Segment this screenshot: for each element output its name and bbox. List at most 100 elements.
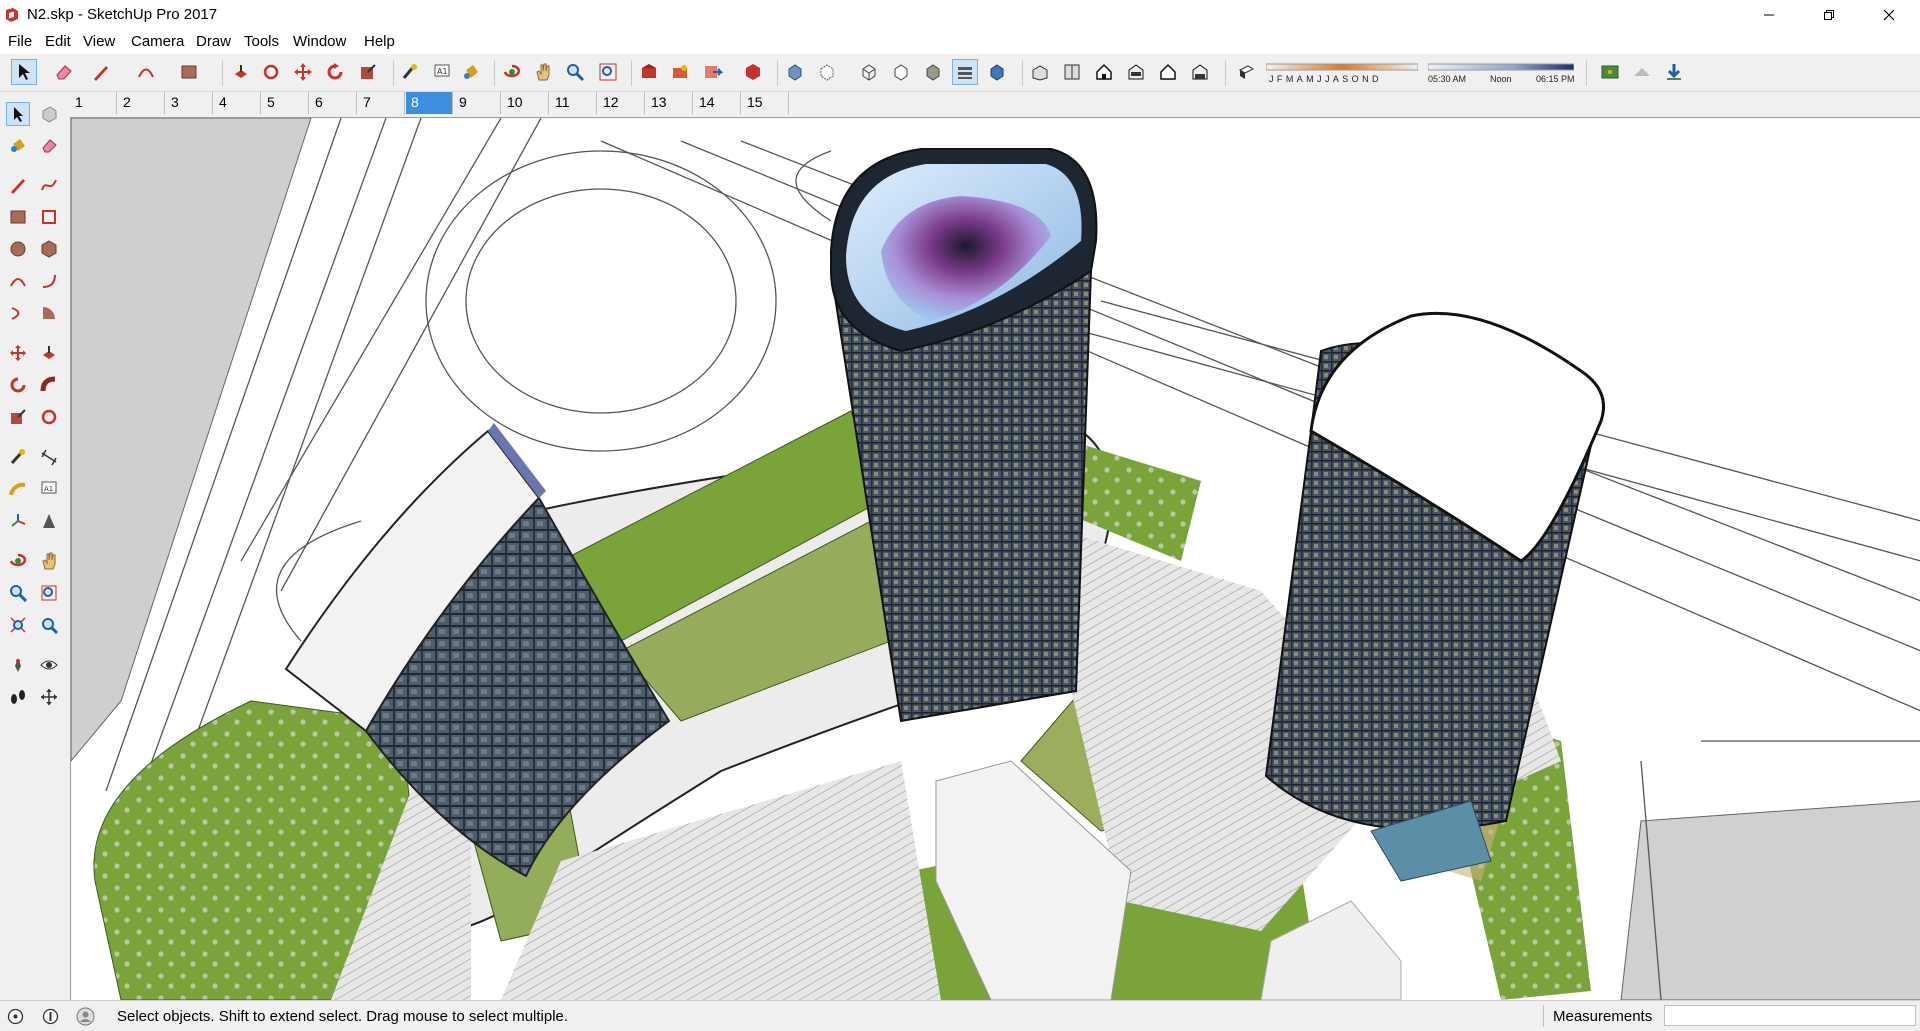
back-edges-button[interactable] xyxy=(814,59,840,85)
menu-view[interactable]: View xyxy=(83,33,115,50)
lt-text-button[interactable]: A1 xyxy=(37,477,61,501)
credits-icon[interactable] xyxy=(42,1008,59,1025)
import-button[interactable] xyxy=(1661,59,1687,85)
scene-tab-7[interactable]: 7 xyxy=(358,92,405,114)
menu-camera[interactable]: Camera xyxy=(131,33,184,50)
lt-pan-button[interactable] xyxy=(37,549,61,573)
lt-component-button[interactable] xyxy=(37,102,61,126)
back-view-button[interactable] xyxy=(1155,59,1181,85)
select-tool-button[interactable] xyxy=(11,59,37,85)
lt-3pt-arc-button[interactable] xyxy=(6,301,30,325)
3d-warehouse-button[interactable] xyxy=(636,59,662,85)
move-button[interactable] xyxy=(290,59,316,85)
lt-push-pull-button[interactable] xyxy=(37,341,61,365)
lt-freehand-button[interactable] xyxy=(37,173,61,197)
scene-tab-12[interactable]: 12 xyxy=(598,92,645,114)
line-tool-button[interactable] xyxy=(88,59,114,85)
lt-dimension-button[interactable] xyxy=(37,445,61,469)
shadow-time-slider[interactable] xyxy=(1428,62,1574,74)
menu-window[interactable]: Window xyxy=(293,33,346,50)
left-view-button[interactable] xyxy=(1187,59,1213,85)
model-viewport[interactable] xyxy=(70,117,1920,1000)
push-pull-button[interactable] xyxy=(228,59,254,85)
lt-section-plane-button[interactable] xyxy=(37,685,61,709)
lt-pie-button[interactable] xyxy=(37,301,61,325)
top-view-button[interactable] xyxy=(1059,59,1085,85)
iso-view-button[interactable] xyxy=(1027,59,1053,85)
lt-rotated-rectangle-button[interactable] xyxy=(37,205,61,229)
measurements-input[interactable] xyxy=(1664,1005,1916,1026)
zoom-button[interactable] xyxy=(562,59,588,85)
shaded-button[interactable] xyxy=(920,59,946,85)
lt-protractor-button[interactable] xyxy=(6,477,30,501)
lt-position-camera-button[interactable] xyxy=(6,653,30,677)
shapes-tool-button[interactable] xyxy=(176,59,202,85)
wireframe-button[interactable] xyxy=(856,59,882,85)
arc-tool-button[interactable] xyxy=(133,59,159,85)
pan-button[interactable] xyxy=(530,59,556,85)
lt-zoom-window-button[interactable] xyxy=(37,581,61,605)
scene-tab-15[interactable]: 15 xyxy=(742,92,789,114)
hidden-line-button[interactable] xyxy=(888,59,914,85)
scene-tab-6[interactable]: 6 xyxy=(310,92,357,114)
menu-draw[interactable]: Draw xyxy=(196,33,231,50)
share-model-button[interactable] xyxy=(700,59,726,85)
lt-rotate-button[interactable] xyxy=(6,373,30,397)
lt-move-button[interactable] xyxy=(6,341,30,365)
text-tool-button[interactable]: A1 xyxy=(429,59,455,85)
zoom-extents-button[interactable] xyxy=(595,59,621,85)
close-button[interactable] xyxy=(1866,0,1912,30)
offset-button[interactable] xyxy=(258,59,284,85)
shadow-date-slider[interactable] xyxy=(1266,62,1418,74)
lt-eraser-button[interactable] xyxy=(37,133,61,157)
extension-warehouse-button[interactable] xyxy=(740,59,766,85)
shaded-textures-button[interactable] xyxy=(952,59,978,85)
menu-help[interactable]: Help xyxy=(364,33,395,50)
lt-walk-button[interactable] xyxy=(6,685,30,709)
lt-orbit-button[interactable] xyxy=(6,549,30,573)
lt-arc-button[interactable] xyxy=(6,269,30,293)
lt-select-button[interactable] xyxy=(6,102,30,126)
tape-measure-button[interactable] xyxy=(397,59,423,85)
lt-paint-button[interactable] xyxy=(6,133,30,157)
scene-tab-9[interactable]: 9 xyxy=(454,92,501,114)
menu-file[interactable]: File xyxy=(8,33,32,50)
scene-tab-13[interactable]: 13 xyxy=(646,92,693,114)
eraser-tool-button[interactable] xyxy=(51,59,77,85)
lt-tape-button[interactable] xyxy=(6,445,30,469)
monochrome-button[interactable] xyxy=(984,59,1010,85)
scene-tab-11[interactable]: 11 xyxy=(550,92,597,114)
scene-tab-3[interactable]: 3 xyxy=(166,92,213,114)
scene-tab-10[interactable]: 10 xyxy=(502,92,549,114)
xray-style-button[interactable] xyxy=(782,59,808,85)
lt-2pt-arc-button[interactable] xyxy=(37,269,61,293)
scene-tab-5[interactable]: 5 xyxy=(262,92,309,114)
lt-3d-text-button[interactable] xyxy=(37,509,61,533)
minimize-button[interactable] xyxy=(1746,0,1792,30)
lt-circle-button[interactable] xyxy=(6,237,30,261)
front-view-button[interactable] xyxy=(1091,59,1117,85)
lt-axes-button[interactable] xyxy=(6,509,30,533)
menu-tools[interactable]: Tools xyxy=(244,33,279,50)
restore-button[interactable] xyxy=(1806,0,1852,30)
rotate-button[interactable] xyxy=(322,59,348,85)
scene-tab-1[interactable]: 1 xyxy=(70,92,117,114)
lt-rectangle-button[interactable] xyxy=(6,205,30,229)
geo-location-icon[interactable] xyxy=(7,1008,24,1025)
lt-line-button[interactable] xyxy=(6,173,30,197)
scene-tab-8[interactable]: 8 xyxy=(406,92,453,114)
shadows-toggle-button[interactable] xyxy=(1233,59,1259,85)
toggle-terrain-button[interactable] xyxy=(1629,59,1655,85)
lt-look-around-button[interactable] xyxy=(37,653,61,677)
paint-bucket-button[interactable] xyxy=(458,59,484,85)
scene-tab-14[interactable]: 14 xyxy=(694,92,741,114)
lt-follow-me-button[interactable] xyxy=(37,373,61,397)
lt-previous-view-button[interactable] xyxy=(37,613,61,637)
lt-zoom-button[interactable] xyxy=(6,581,30,605)
lt-scale-button[interactable] xyxy=(6,405,30,429)
right-view-button[interactable] xyxy=(1123,59,1149,85)
orbit-button[interactable] xyxy=(499,59,525,85)
lt-polygon-button[interactable] xyxy=(37,237,61,261)
menu-edit[interactable]: Edit xyxy=(45,33,71,50)
user-account-icon[interactable] xyxy=(76,1007,95,1026)
